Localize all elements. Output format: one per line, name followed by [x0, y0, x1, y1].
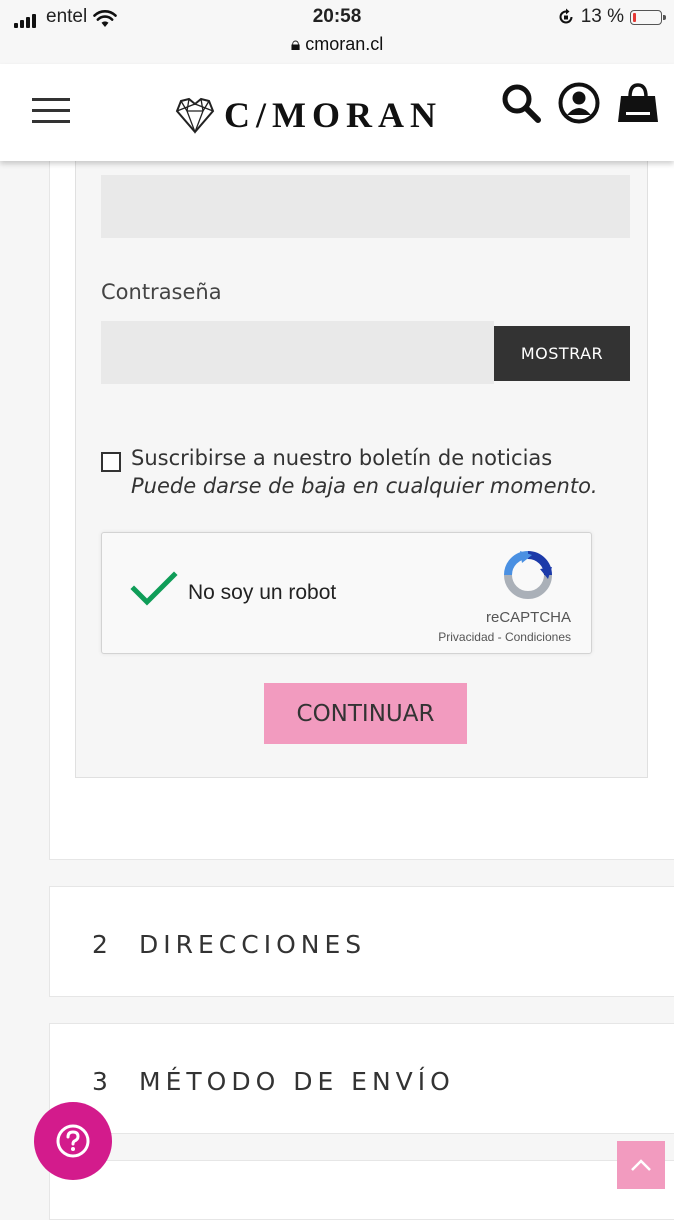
step-shipping-method[interactable]: 3 MÉTODO DE ENVÍO — [49, 1023, 674, 1134]
step-title: MÉTODO DE ENVÍO — [139, 1067, 455, 1096]
step-addresses[interactable]: 2 DIRECCIONES — [49, 886, 674, 997]
help-button[interactable] — [34, 1102, 112, 1180]
step-next-partial[interactable] — [49, 1160, 674, 1220]
scroll-to-top-button[interactable] — [617, 1141, 665, 1189]
battery-icon — [630, 9, 666, 25]
recaptcha-label: No soy un robot — [188, 581, 337, 604]
continue-button[interactable]: CONTINUAR — [264, 683, 467, 744]
orientation-lock-icon — [559, 8, 573, 24]
help-icon — [56, 1124, 90, 1158]
recaptcha-logo-icon — [504, 551, 552, 599]
newsletter-note: Puede darse de baja en cualquier momento… — [131, 474, 598, 498]
hamburger-menu-icon[interactable] — [32, 98, 70, 126]
password-input[interactable] — [101, 321, 494, 384]
battery-info: 13 % — [557, 6, 666, 28]
recaptcha-widget: No soy un robot reCAPTCHA Privacidad - C… — [101, 532, 592, 654]
previous-field-input[interactable] — [101, 175, 630, 238]
heart-gem-icon — [175, 97, 215, 134]
checkmark-icon[interactable] — [130, 569, 178, 609]
step-number: 3 — [92, 1067, 108, 1096]
status-bar: entel 20:58 🔒︎ cmoran.cl 13 % — [0, 0, 674, 64]
address-bar[interactable]: 🔒︎ cmoran.cl — [0, 34, 674, 55]
step-title: DIRECCIONES — [139, 930, 367, 959]
account-icon[interactable] — [558, 82, 600, 124]
url-text: cmoran.cl — [305, 34, 384, 54]
logo-text: C/MORAN — [224, 95, 442, 135]
search-icon[interactable] — [500, 82, 542, 124]
step-number: 2 — [92, 930, 108, 959]
battery-percent: 13 % — [580, 6, 624, 27]
site-header: C/MORAN — [0, 64, 674, 161]
newsletter-checkbox[interactable] — [101, 452, 121, 472]
recaptcha-links[interactable]: Privacidad - Condiciones — [438, 630, 571, 644]
show-password-button[interactable]: MOSTRAR — [494, 326, 630, 381]
chevron-up-icon — [631, 1159, 651, 1171]
recaptcha-brand: reCAPTCHA — [485, 609, 571, 626]
logo[interactable]: C/MORAN — [174, 94, 442, 136]
password-label: Contraseña — [101, 280, 222, 304]
newsletter-label: Suscribirse a nuestro boletín de noticia… — [131, 446, 553, 470]
lock-icon: 🔒︎ — [290, 34, 301, 54]
shopping-bag-icon[interactable] — [616, 82, 660, 124]
